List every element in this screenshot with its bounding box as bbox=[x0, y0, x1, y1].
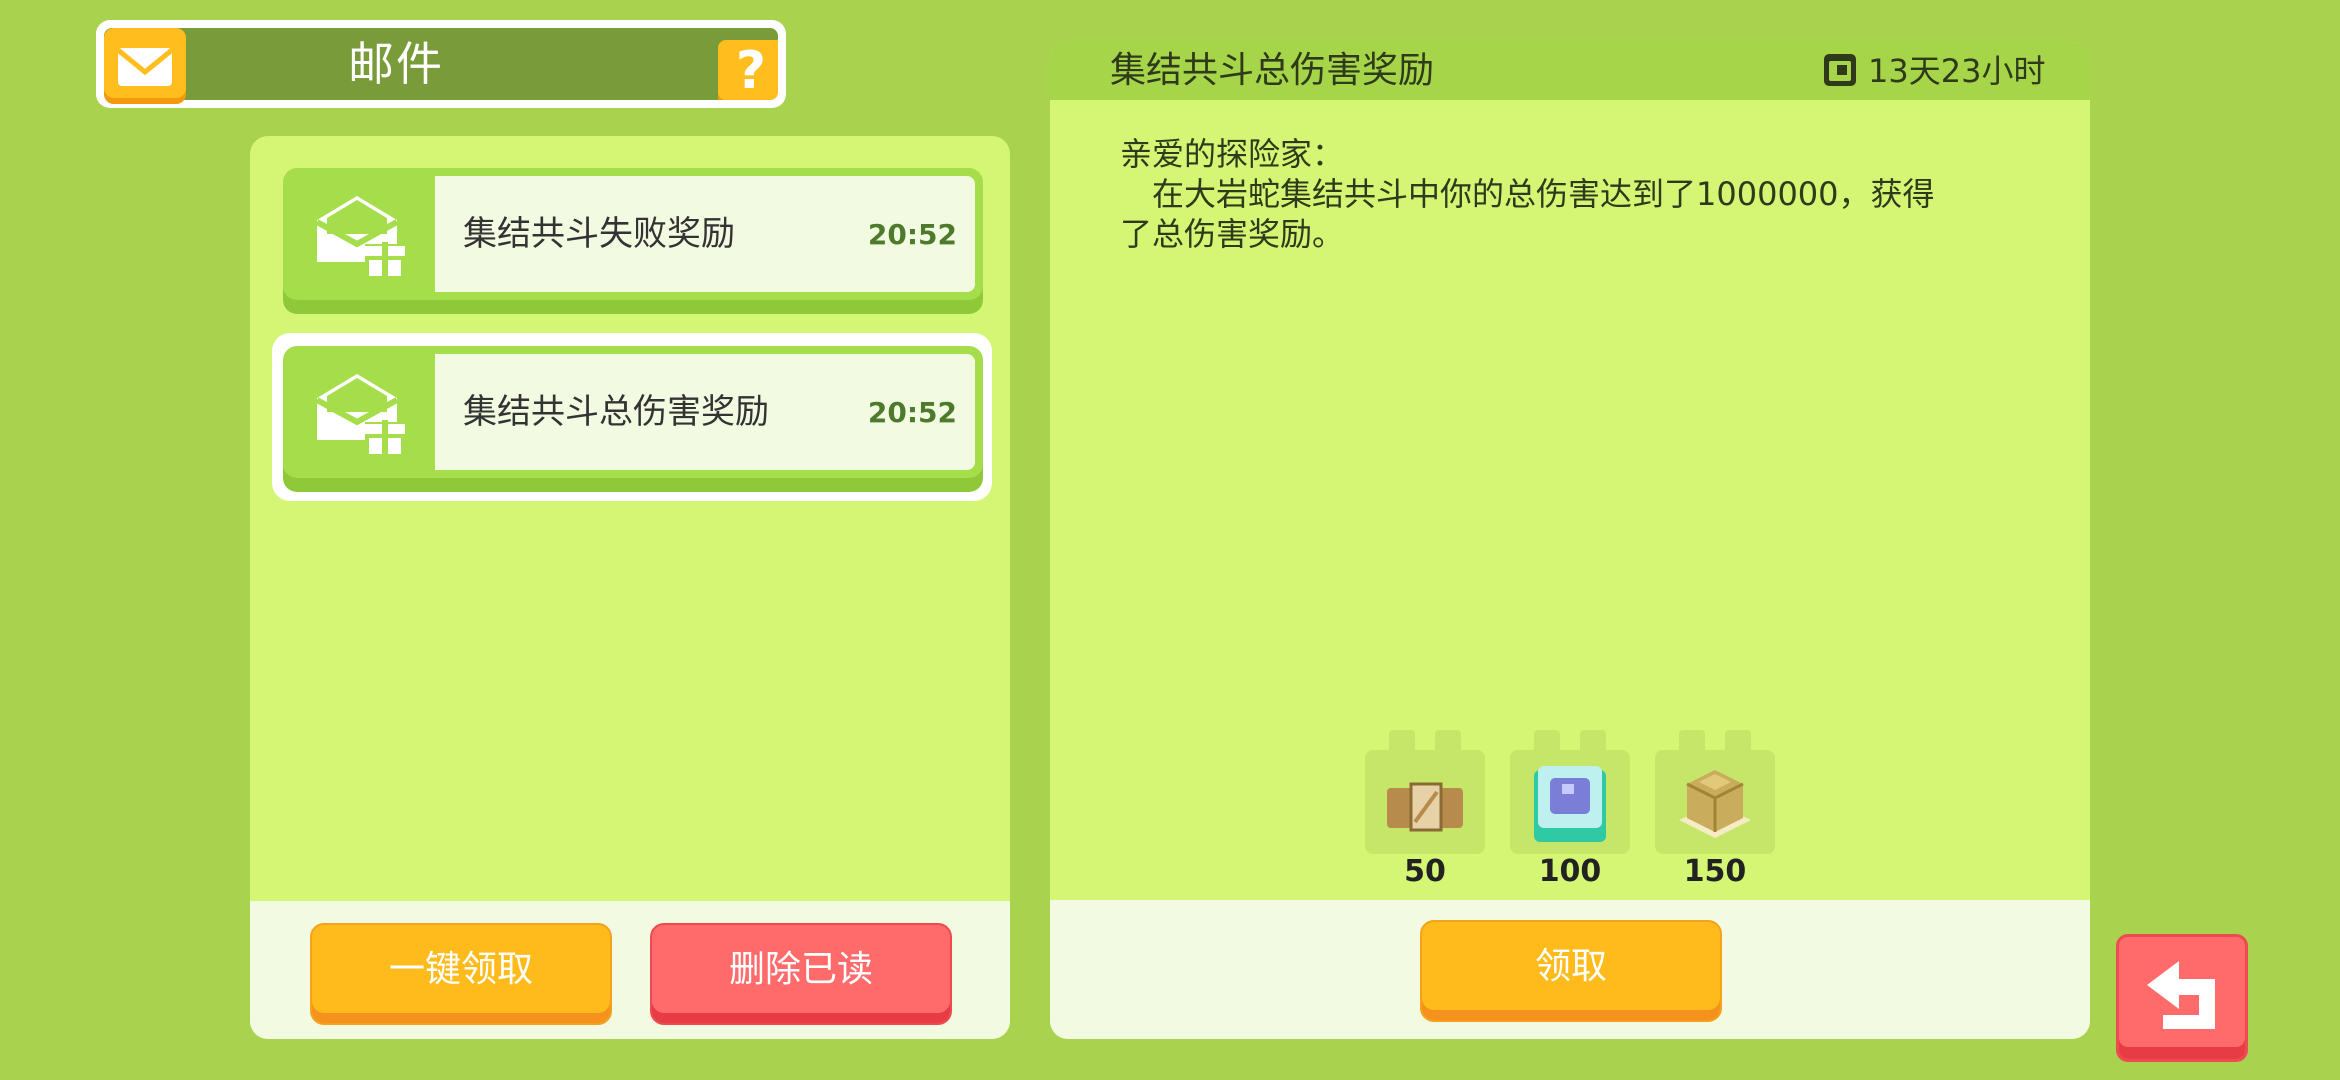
list-item[interactable]: 集结共斗总伤害奖励 20:52 bbox=[283, 346, 983, 492]
mail-message: 亲爱的探险家： 在大岩蛇集结共斗中你的总伤害达到了1000000，获得 了总伤害… bbox=[1120, 135, 1935, 253]
detail-header: 集结共斗总伤害奖励 13天23小时 bbox=[1050, 42, 2090, 100]
mail-detail-panel: 集结共斗总伤害奖励 13天23小时 亲爱的探险家： 在大岩蛇集结共斗中你的总伤害… bbox=[1050, 42, 2090, 1039]
help-button[interactable]: ? bbox=[718, 40, 778, 100]
back-button[interactable] bbox=[2116, 934, 2248, 1062]
slot-tab bbox=[1679, 730, 1705, 752]
blue-cube-icon bbox=[1528, 762, 1612, 846]
envelope-gift-icon bbox=[311, 182, 411, 282]
claim-button[interactable]: 领取 bbox=[1420, 920, 1722, 1022]
slot-tab bbox=[1534, 730, 1560, 752]
slot-tab bbox=[1580, 730, 1606, 752]
mail-time: 20:52 bbox=[867, 396, 957, 429]
slot-tab bbox=[1725, 730, 1751, 752]
list-item-card: 集结共斗总伤害奖励 20:52 bbox=[283, 346, 983, 478]
mail-subject: 集结共斗总伤害奖励 bbox=[463, 392, 769, 432]
list-item-card: 集结共斗失败奖励 20:52 bbox=[283, 168, 983, 300]
mail-icon bbox=[104, 28, 186, 104]
slot-tab bbox=[1389, 730, 1415, 752]
ticket-icon bbox=[1383, 762, 1467, 846]
back-arrow-icon bbox=[2139, 955, 2225, 1035]
gold-ingot-icon bbox=[1673, 762, 1757, 846]
list-item[interactable]: 集结共斗失败奖励 20:52 bbox=[283, 168, 983, 314]
title-bar: 邮件 ? bbox=[96, 20, 786, 108]
reward-count: 50 bbox=[1404, 854, 1446, 889]
detail-footer: 领取 bbox=[1050, 900, 2090, 1039]
list-item-body: 集结共斗失败奖励 20:52 bbox=[435, 176, 975, 292]
calendar-icon bbox=[1822, 52, 1858, 88]
list-item-body: 集结共斗总伤害奖励 20:52 bbox=[435, 354, 975, 470]
expire-time: 13天23小时 bbox=[1868, 52, 2046, 90]
slot-tab bbox=[1435, 730, 1461, 752]
envelope-gift-icon bbox=[311, 360, 411, 460]
title-banner: 邮件 ? bbox=[104, 28, 778, 100]
detail-title: 集结共斗总伤害奖励 bbox=[1110, 50, 1435, 91]
mail-subject: 集结共斗失败奖励 bbox=[463, 214, 735, 254]
reward-slot[interactable]: 150 bbox=[1655, 730, 1775, 889]
claim-all-button[interactable]: 一键领取 bbox=[310, 923, 612, 1025]
reward-count: 150 bbox=[1683, 854, 1747, 889]
reward-count: 100 bbox=[1538, 854, 1602, 889]
reward-slot[interactable]: 50 bbox=[1365, 730, 1485, 889]
mail-time: 20:52 bbox=[867, 218, 957, 251]
reward-slot[interactable]: 100 bbox=[1510, 730, 1630, 889]
page-title: 邮件 bbox=[348, 37, 444, 91]
delete-read-button[interactable]: 删除已读 bbox=[650, 923, 952, 1025]
list-footer: 一键领取 删除已读 bbox=[250, 901, 1010, 1039]
